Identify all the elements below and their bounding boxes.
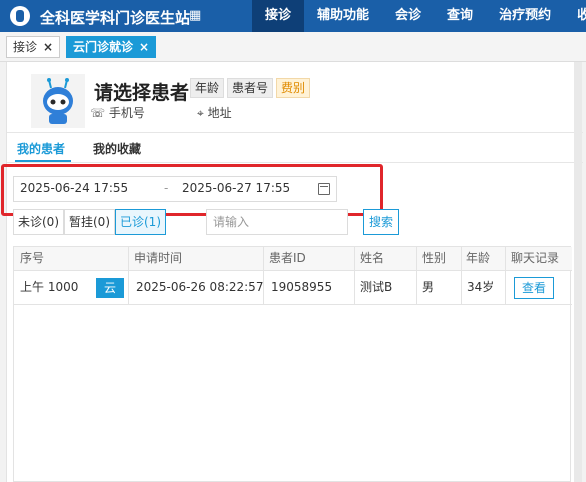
- subtab-my-patients[interactable]: 我的患者: [17, 140, 65, 157]
- menu-item-query[interactable]: 查询: [434, 0, 486, 32]
- location-icon: ⌖: [197, 106, 204, 120]
- cell-name: 测试B: [360, 280, 393, 294]
- divider: [7, 132, 583, 133]
- col-header-pid: 患者ID: [269, 251, 306, 265]
- subtab-my-favorites[interactable]: 我的收藏: [93, 140, 141, 157]
- tab-label: 云门诊就诊: [73, 40, 134, 54]
- menu-item-reception[interactable]: 接诊: [252, 0, 305, 32]
- phone-label: 手机号: [108, 106, 145, 120]
- top-navigation-bar: 全科医学科门诊医生站 ▦ 接诊 辅助功能 会诊 查询 治疗预约 收费: [0, 0, 586, 32]
- patient-name: 请选择患者: [94, 82, 190, 104]
- menu-item-consultation[interactable]: 会诊: [382, 0, 434, 32]
- search-button[interactable]: 搜索: [363, 209, 399, 235]
- col-header-sex: 性别: [422, 251, 447, 265]
- tab-cloud-clinic[interactable]: 云门诊就诊 ×: [66, 36, 157, 58]
- main-panel: 请选择患者 年龄 患者号 费别 ☏ 手机号 ⌖ 地址 我的患者 我的收藏 202…: [1, 62, 583, 482]
- age-badge: 年龄: [190, 78, 225, 98]
- vertical-scrollbar[interactable]: [574, 62, 582, 482]
- column-divider: [505, 247, 506, 305]
- main-menu: 接诊 辅助功能 会诊 查询 治疗预约 收费: [252, 0, 586, 32]
- col-header-time: 申请时间: [134, 251, 183, 265]
- active-subtab-indicator: [15, 160, 71, 162]
- column-divider: [461, 247, 462, 305]
- patient-avatar-icon: [31, 74, 85, 128]
- patients-table: 序号 申请时间 患者ID 姓名 性别 年龄 聊天记录 上午 1000 云 202…: [13, 246, 572, 482]
- column-divider: [354, 247, 355, 305]
- column-divider: [128, 247, 129, 305]
- patient-number-badge: 患者号: [227, 78, 274, 98]
- phone-info: ☏ 手机号: [90, 104, 145, 121]
- tab-reception[interactable]: 接诊 ×: [6, 36, 61, 58]
- cloud-tag-button[interactable]: 云: [96, 278, 124, 298]
- column-divider: [416, 247, 417, 305]
- app-title: 全科医学科门诊医生站: [40, 9, 191, 27]
- grid-icon[interactable]: ▦: [189, 8, 201, 23]
- cell-age: 34岁: [467, 280, 495, 294]
- cell-time: 2025-06-26 08:22:57: [136, 280, 264, 294]
- menu-item-auxiliary[interactable]: 辅助功能: [304, 0, 382, 32]
- close-icon[interactable]: ×: [43, 40, 53, 54]
- tab-label: 接诊: [13, 40, 38, 54]
- column-divider: [263, 247, 264, 305]
- table-row[interactable]: 上午 1000 云 2025-06-26 08:22:57 19058955 测…: [14, 271, 572, 305]
- filter-done[interactable]: 已诊(1): [115, 209, 166, 235]
- col-header-age: 年龄: [466, 251, 491, 265]
- col-header-seq: 序号: [20, 251, 45, 265]
- close-icon[interactable]: ×: [139, 40, 149, 54]
- cell-seq: 上午 1000: [20, 280, 79, 294]
- address-label: 地址: [207, 106, 232, 120]
- menu-item-treatment-booking[interactable]: 治疗预约: [486, 0, 564, 32]
- col-header-name: 姓名: [360, 251, 385, 265]
- menu-item-billing[interactable]: 收费: [564, 0, 586, 32]
- fee-type-badge: 费别: [276, 78, 311, 98]
- table-header-row: 序号 申请时间 患者ID 姓名 性别 年龄 聊天记录: [14, 247, 572, 271]
- app-logo-icon: [10, 6, 30, 26]
- col-header-chat: 聊天记录: [511, 251, 560, 265]
- subtab-divider: [7, 162, 583, 163]
- cell-pid: 19058955: [271, 280, 333, 294]
- phone-icon: ☏: [90, 106, 106, 120]
- filter-pending[interactable]: 未诊(0): [13, 209, 64, 235]
- tabs-bar: 接诊 × 云门诊就诊 ×: [0, 32, 586, 62]
- status-filter-group: 未诊(0) 暂挂(0) 已诊(1): [13, 209, 166, 235]
- address-info: ⌖ 地址: [197, 104, 232, 121]
- view-chat-button[interactable]: 查看: [514, 277, 554, 299]
- cell-sex: 男: [422, 280, 435, 294]
- search-input[interactable]: 请输入: [206, 209, 348, 235]
- filter-on-hold[interactable]: 暂挂(0): [64, 209, 115, 235]
